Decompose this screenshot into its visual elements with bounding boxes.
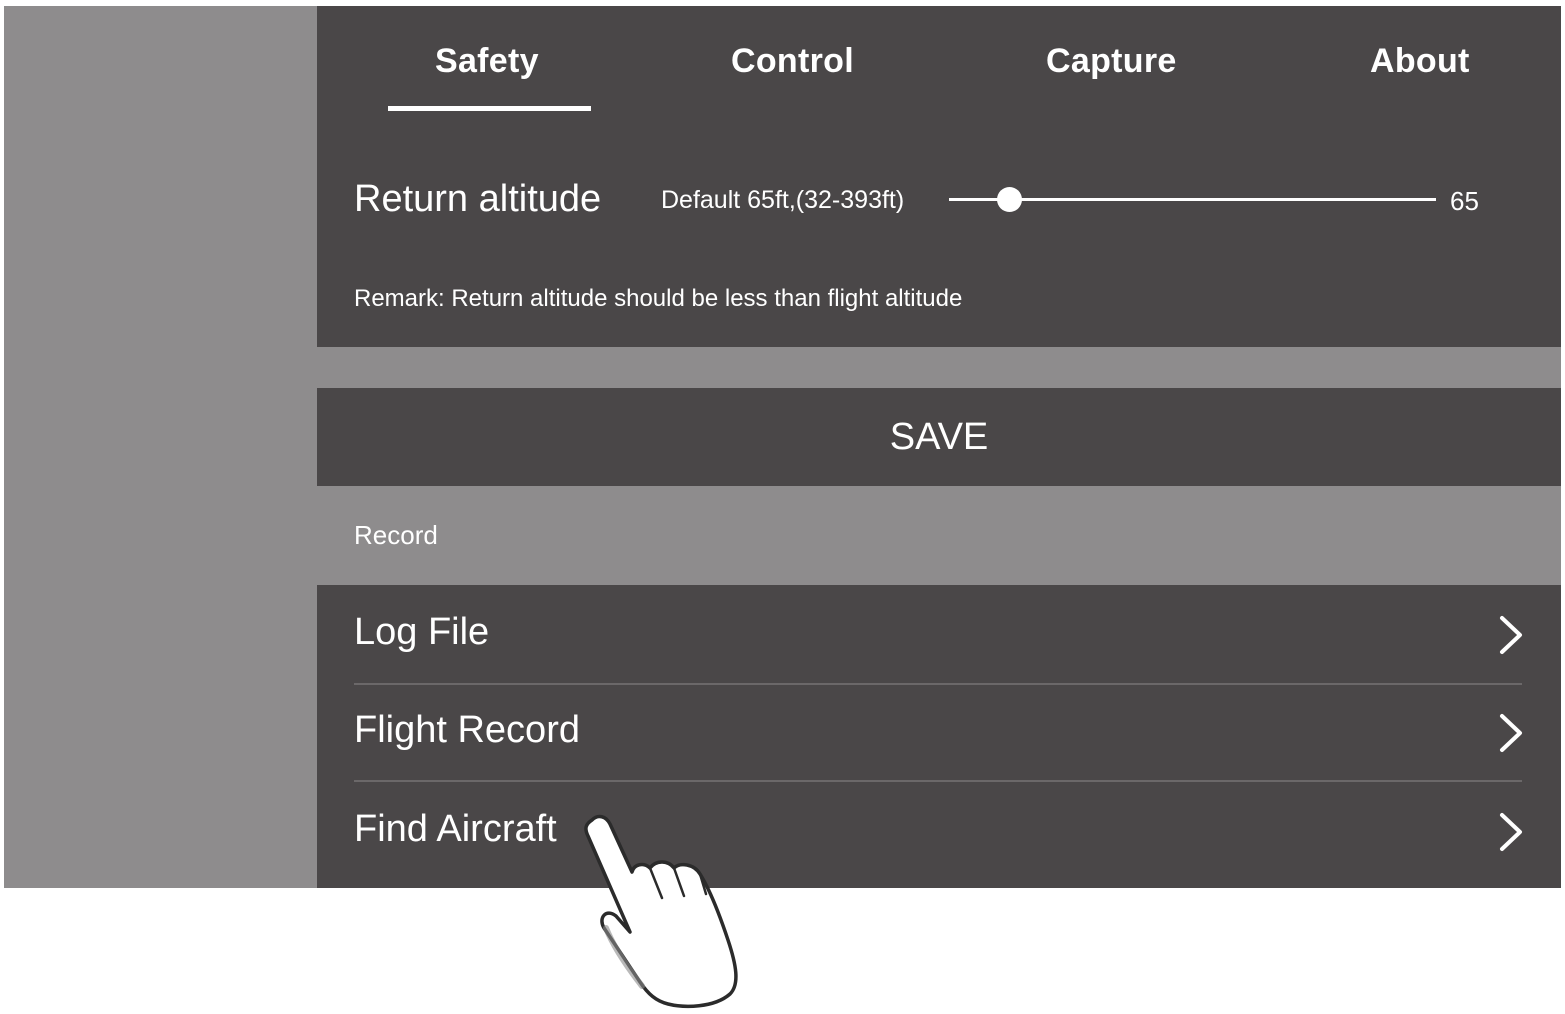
section-spacer	[317, 347, 1561, 388]
return-altitude-slider-track[interactable]	[949, 198, 1436, 201]
list-item-label: Log File	[354, 611, 490, 653]
record-list: Log File Flight Record Find Aircraft	[317, 585, 1561, 888]
return-altitude-slider-thumb[interactable]	[997, 187, 1022, 212]
active-tab-indicator	[388, 106, 591, 111]
pointing-hand-icon	[584, 814, 738, 1009]
list-item-flight-record[interactable]: Flight Record	[317, 683, 1561, 781]
return-altitude-range-hint: Default 65ft,(32-393ft)	[661, 186, 905, 214]
return-altitude-value: 65	[1450, 186, 1479, 216]
safety-settings-card: Safety Control Capture About Return alti…	[317, 6, 1561, 347]
chevron-right-icon	[1500, 813, 1522, 851]
chevron-right-icon	[1500, 714, 1522, 752]
tab-safety[interactable]: Safety	[435, 42, 539, 81]
record-section-header: Record	[317, 486, 1561, 585]
list-item-label: Find Aircraft	[354, 808, 557, 850]
app-screen: Safety Control Capture About Return alti…	[0, 0, 1565, 1014]
tab-control[interactable]: Control	[731, 42, 854, 81]
return-altitude-label: Return altitude	[354, 178, 602, 220]
list-item-label: Flight Record	[354, 709, 580, 751]
return-altitude-remark: Remark: Return altitude should be less t…	[354, 285, 963, 312]
record-section-title: Record	[354, 520, 438, 550]
list-item-find-aircraft[interactable]: Find Aircraft	[317, 782, 1561, 880]
save-button[interactable]: SAVE	[317, 388, 1561, 486]
tab-capture[interactable]: Capture	[1046, 42, 1177, 81]
left-sidebar-panel	[4, 6, 317, 888]
chevron-right-icon	[1500, 616, 1522, 654]
list-item-log-file[interactable]: Log File	[317, 585, 1561, 683]
tab-about[interactable]: About	[1370, 42, 1470, 81]
